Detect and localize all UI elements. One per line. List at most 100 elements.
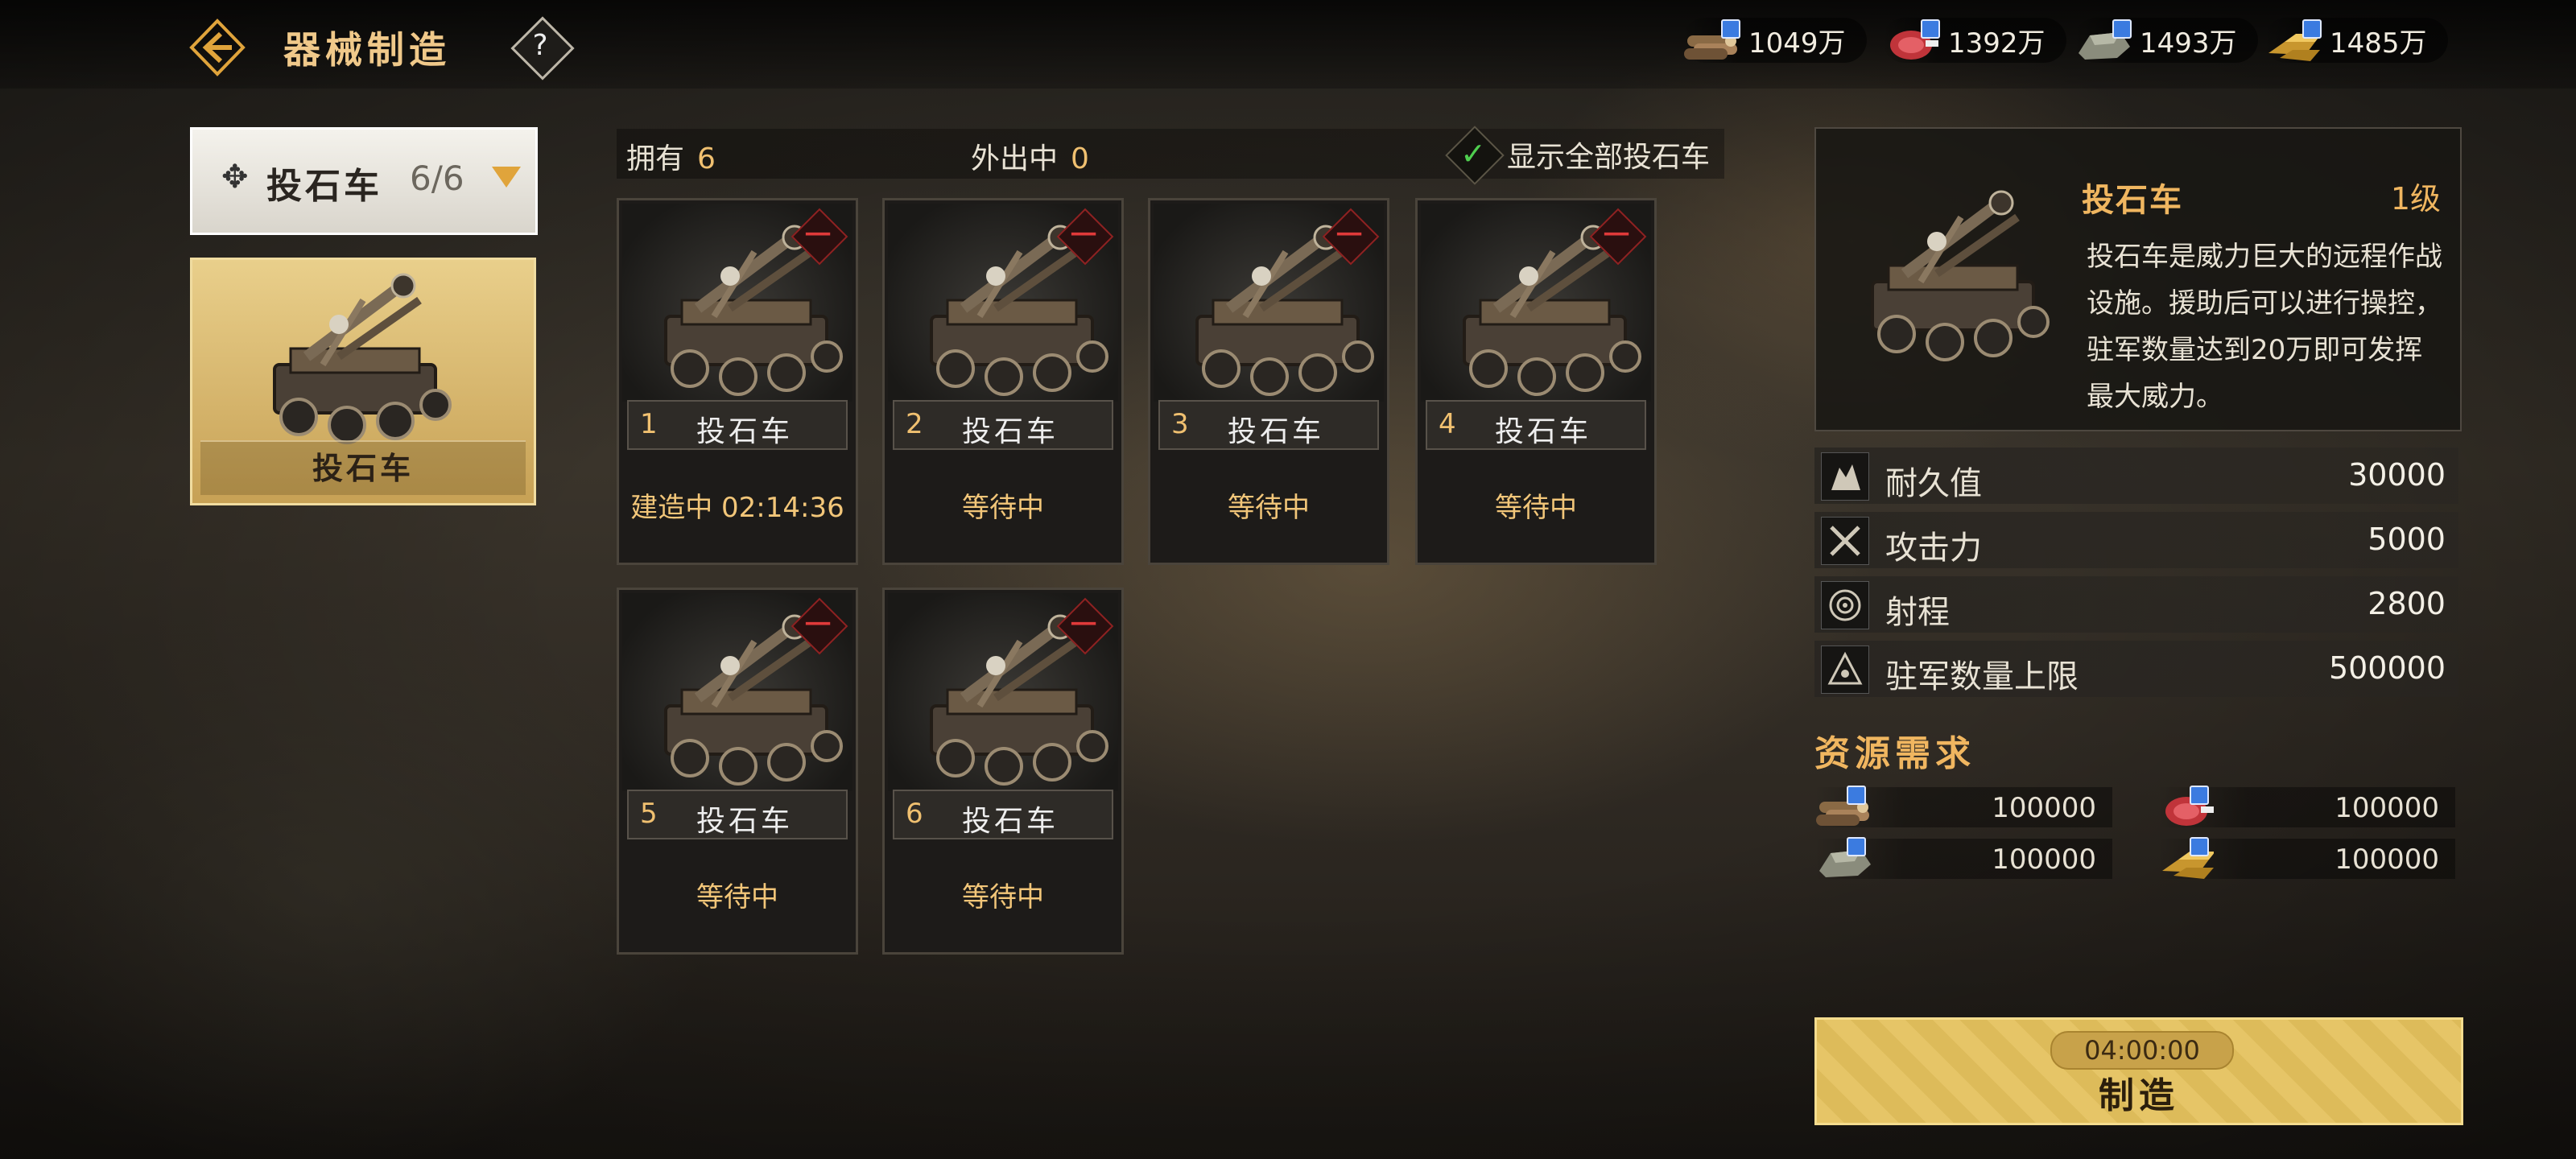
card-name: 2 投石车 — [893, 400, 1113, 450]
resource-value: 1493万 — [2140, 27, 2237, 60]
make-button-label: 制造 — [2099, 1075, 2179, 1116]
attack-icon — [1821, 517, 1869, 565]
card-status: 等待中 — [1228, 492, 1310, 524]
requirement-value: 100000 — [1992, 792, 2096, 824]
category-label: 投石车 — [266, 166, 382, 207]
own-value: 6 — [697, 142, 716, 175]
card-number: 2 — [906, 408, 923, 440]
requirement-wood: 100000 — [1814, 784, 2112, 829]
card-number: 4 — [1439, 408, 1456, 440]
durability-icon — [1821, 452, 1869, 501]
minus-icon: 一 — [1070, 220, 1096, 250]
card-status: 等待中 — [962, 881, 1044, 914]
detail-name: 投石车 — [2082, 182, 2183, 219]
card-number: 6 — [906, 798, 923, 830]
chevron-down-icon — [492, 167, 521, 188]
catapult-card[interactable]: 一 4 投石车 等待中 — [1415, 198, 1657, 565]
minus-icon: 一 — [1070, 609, 1096, 640]
remove-button[interactable]: 一 — [788, 595, 848, 655]
catapult-card[interactable]: 一 3 投石车 等待中 — [1148, 198, 1389, 565]
make-button[interactable]: 04:00:00 制造 — [1814, 1017, 2463, 1125]
remove-button[interactable]: 一 — [788, 205, 848, 266]
resource-meat[interactable]: 1392万 — [1882, 18, 2066, 63]
detail-level: 1级 — [2390, 181, 2441, 217]
stat-row-durability: 耐久值 30000 — [1814, 448, 2458, 504]
stat-row-garrison: 驻军数量上限 500000 — [1814, 641, 2458, 697]
sidebar-item-catapult[interactable]: 投石车 — [190, 258, 536, 505]
show-all-checkbox[interactable]: ✓ — [1444, 125, 1505, 185]
back-arrow-icon — [189, 19, 246, 76]
category-count: 6/6 — [410, 159, 464, 198]
requirement-gold: 100000 — [2157, 837, 2455, 879]
stat-label: 攻击力 — [1885, 530, 1982, 567]
stat-label: 射程 — [1885, 594, 1950, 631]
card-name: 6 投石车 — [893, 790, 1113, 839]
remove-button[interactable]: 一 — [1054, 205, 1114, 266]
card-title: 投石车 — [962, 415, 1059, 448]
stat-row-attack: 攻击力 5000 — [1814, 512, 2458, 568]
stat-value: 30000 — [2348, 457, 2446, 493]
minus-icon: 一 — [1335, 220, 1362, 250]
catapult-card[interactable]: 一 2 投石车 等待中 — [882, 198, 1124, 565]
stat-value: 500000 — [2328, 650, 2446, 686]
garrison-icon — [1821, 645, 1869, 694]
minus-icon: 一 — [1603, 220, 1629, 250]
resource-value: 1049万 — [1748, 27, 1846, 60]
resource-value: 1485万 — [2330, 27, 2427, 60]
minus-icon: 一 — [804, 609, 831, 640]
requirement-value: 100000 — [1992, 843, 2096, 876]
wood-icon — [1682, 18, 1745, 63]
category-dropdown[interactable]: ✥ 投石车 6/6 — [190, 127, 538, 235]
resource-gold[interactable]: 1485万 — [2264, 18, 2448, 63]
out-label: 外出中 — [971, 142, 1059, 175]
catapult-card[interactable]: 一 6 投石车 等待中 — [882, 588, 1124, 955]
help-button[interactable]: ? — [510, 16, 575, 80]
remove-button[interactable]: 一 — [1319, 205, 1380, 266]
catapult-card[interactable]: 一 1 投石车 建造中 02:14:36 — [617, 198, 858, 565]
card-number: 3 — [1171, 408, 1189, 440]
gold-icon — [2157, 835, 2215, 881]
card-title: 投石车 — [1228, 415, 1325, 448]
requirement-meat: 100000 — [2157, 784, 2455, 829]
minus-icon: 一 — [804, 220, 831, 250]
requirement-value: 100000 — [2334, 843, 2439, 876]
catapult-icon — [242, 268, 484, 445]
remove-button[interactable]: 一 — [1054, 595, 1114, 655]
card-status: 等待中 — [696, 881, 778, 914]
remove-button[interactable]: 一 — [1587, 205, 1647, 266]
page-title: 器械制造 — [283, 28, 451, 72]
card-name: 5 投石车 — [627, 790, 848, 839]
meat-icon — [2157, 784, 2214, 829]
stat-value: 5000 — [2368, 522, 2446, 557]
card-title: 投石车 — [962, 805, 1059, 838]
requirement-value: 100000 — [2334, 792, 2439, 824]
card-name: 3 投石车 — [1158, 400, 1379, 450]
catapult-card[interactable]: 一 5 投石车 等待中 — [617, 588, 858, 955]
resource-wood[interactable]: 1049万 — [1682, 18, 1867, 63]
wood-icon — [1814, 784, 1871, 829]
catapult-image — [1824, 137, 2066, 420]
card-number: 1 — [640, 408, 658, 440]
stone-icon — [2074, 18, 2136, 63]
card-status: 等待中 — [1495, 492, 1577, 524]
help-label: ? — [532, 29, 548, 62]
gold-icon — [2264, 18, 2326, 63]
stat-value: 2800 — [2368, 586, 2446, 621]
requirements-title: 资源需求 — [1814, 733, 1975, 774]
resource-value: 1392万 — [1948, 27, 2046, 60]
card-name: 4 投石车 — [1426, 400, 1646, 450]
card-status: 等待中 — [962, 492, 1044, 524]
build-time: 04:00:00 — [2050, 1031, 2234, 1070]
stat-label: 驻军数量上限 — [1885, 658, 2079, 695]
back-button[interactable] — [185, 16, 250, 79]
meat-icon — [1882, 18, 1945, 63]
check-icon: ✓ — [1460, 136, 1486, 171]
show-all-label: 显示全部投石车 — [1507, 141, 1711, 174]
card-title: 投石车 — [1495, 415, 1592, 448]
card-title: 投石车 — [696, 415, 794, 448]
card-number: 5 — [640, 798, 658, 830]
resource-stone[interactable]: 1493万 — [2074, 18, 2258, 63]
card-name: 1 投石车 — [627, 400, 848, 450]
card-status: 建造中 02:14:36 — [630, 492, 844, 524]
stone-icon — [1814, 835, 1871, 881]
